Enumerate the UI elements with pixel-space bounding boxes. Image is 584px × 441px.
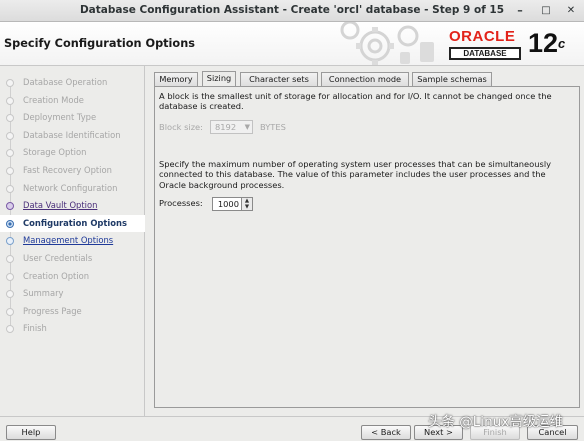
tab-sizing-label: Sizing <box>206 73 232 83</box>
spinner-arrows-icon[interactable]: ▲ ▼ <box>241 198 252 210</box>
processes-description: Specify the maximum number of operating … <box>159 159 552 190</box>
nav-item-label: Database Operation <box>23 77 108 87</box>
close-icon[interactable]: ✕ <box>563 3 579 19</box>
step-status-icon <box>6 272 14 281</box>
nav-item-fast-recovery-option: Fast Recovery Option <box>0 162 145 179</box>
step-status-icon <box>6 149 14 158</box>
nav-item-label: Summary <box>23 288 64 299</box>
page-title: Specify Configuration Options <box>4 37 195 50</box>
step-status-icon <box>6 219 14 228</box>
gears-icon <box>340 22 434 65</box>
nav-item-creation-mode: Creation Mode <box>0 92 145 109</box>
step-status-icon <box>6 202 14 211</box>
window-title: Database Configuration Assistant - Creat… <box>79 4 505 16</box>
nav-item-label: Network Configuration <box>23 182 118 193</box>
step-navigation: Database Operation Creation Mode Deploymen… <box>0 66 145 416</box>
block-size-value: 8192 <box>215 122 237 132</box>
tab-memory-label: Memory <box>159 74 193 84</box>
nav-item-configuration-options: Configuration Options <box>0 214 145 232</box>
oracle-wordmark: ORACLE <box>449 28 516 45</box>
nav-item-deployment-type: Deployment Type <box>0 109 145 126</box>
back-button[interactable]: < Back <box>361 425 411 440</box>
watermark-text: 头条 @Linux高级运维 <box>428 414 564 430</box>
block-size-description: A block is the smallest unit of storage … <box>159 91 552 112</box>
nav-item-label: Data Vault Option <box>23 200 98 211</box>
nav-item-label: Creation Mode <box>23 94 84 105</box>
main-content: Memory Sizing Character sets Connection … <box>146 66 584 416</box>
nav-item-finish: Finish <box>0 320 145 337</box>
nav-item-label: Storage Option <box>23 147 87 158</box>
window-titlebar: Database Configuration Assistant - Creat… <box>0 0 584 22</box>
tab-connection-mode-label: Connection mode <box>328 74 402 84</box>
help-button[interactable]: Help <box>6 425 56 440</box>
step-status-icon <box>6 325 14 334</box>
step-status-icon <box>6 167 14 175</box>
nav-item-user-credentials: User Credentials <box>0 250 145 267</box>
version-suffix: c <box>558 36 566 51</box>
step-status-icon <box>6 184 14 193</box>
tab-sample-schemas-label: Sample schemas <box>417 74 487 84</box>
step-status-icon <box>6 114 14 123</box>
step-status-icon <box>6 255 14 263</box>
block-size-label: Block size: <box>159 122 203 132</box>
nav-item-data-vault-option[interactable]: Data Vault Option <box>0 197 145 214</box>
step-status-icon <box>6 79 14 87</box>
nav-item-label: Deployment Type <box>23 112 97 123</box>
minimize-icon[interactable]: – <box>512 3 528 19</box>
block-size-select: 8192 ▼ <box>210 120 253 134</box>
step-status-icon <box>6 290 14 299</box>
nav-item-management-options[interactable]: Management Options <box>0 232 145 249</box>
oracle-logo: ORACLE DATABASE <box>444 26 524 62</box>
tab-sizing[interactable]: Sizing <box>202 71 236 86</box>
processes-value: 1000 <box>217 199 239 209</box>
maximize-icon[interactable]: □ <box>538 3 554 19</box>
nav-item-label: Fast Recovery Option <box>23 165 112 175</box>
nav-item-creation-option: Creation Option <box>0 268 145 285</box>
nav-item-label: Progress Page <box>23 305 82 316</box>
version-number: 12 <box>528 28 559 58</box>
chevron-down-icon: ▼ <box>244 123 250 131</box>
tab-character-sets-label: Character sets <box>249 74 309 84</box>
nav-item-storage-option: Storage Option <box>0 144 145 161</box>
nav-item-progress-page: Progress Page <box>0 303 145 320</box>
sizing-panel: A block is the smallest unit of storage … <box>154 86 580 408</box>
block-size-unit: BYTES <box>260 122 286 132</box>
nav-item-network-configuration: Network Configuration <box>0 180 145 197</box>
nav-item-label: Database Identification <box>23 129 121 140</box>
processes-label: Processes: <box>159 198 203 208</box>
oracle-database-label: DATABASE <box>449 47 521 60</box>
processes-spinner[interactable]: 1000 ▲ ▼ <box>212 197 253 211</box>
nav-item-label: Management Options <box>23 235 114 246</box>
nav-item-summary: Summary <box>0 285 145 302</box>
tab-memory[interactable]: Memory <box>154 72 198 86</box>
tab-sample-schemas[interactable]: Sample schemas <box>412 72 492 86</box>
nav-item-database-identification: Database Identification <box>0 127 145 144</box>
step-status-icon <box>6 237 14 246</box>
nav-item-label: Configuration Options <box>23 217 128 228</box>
nav-item-label: Finish <box>23 323 47 334</box>
step-status-icon <box>6 307 14 316</box>
nav-item-label: Creation Option <box>23 270 90 281</box>
tab-character-sets[interactable]: Character sets <box>240 72 318 86</box>
nav-item-database-operation: Database Operation <box>0 74 145 91</box>
tab-connection-mode[interactable]: Connection mode <box>321 72 409 86</box>
version-badge: 12c <box>528 27 565 59</box>
step-status-icon <box>6 131 14 140</box>
header-banner: Specify Configuration Options ORACLE DAT… <box>0 22 584 66</box>
nav-item-label: User Credentials <box>23 253 93 263</box>
step-status-icon <box>6 96 14 105</box>
